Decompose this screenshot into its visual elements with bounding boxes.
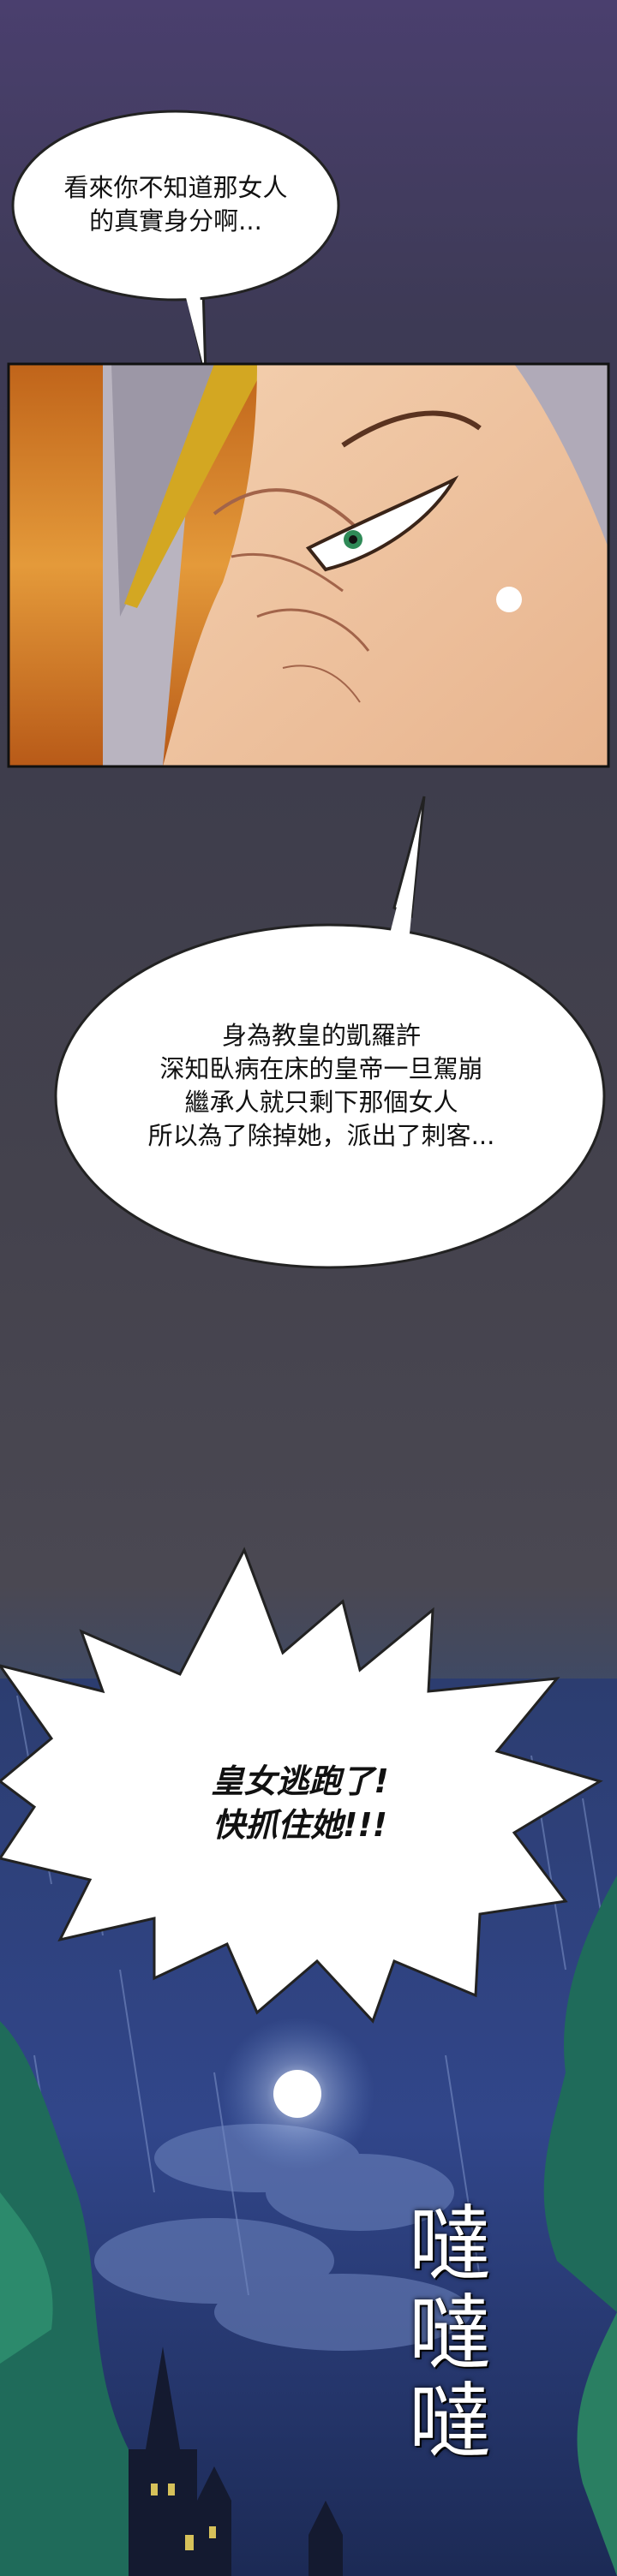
bubble-2-line-2: 深知臥病在床的皇帝一旦駕崩 (159, 1054, 483, 1084)
sound-effect-text: 噠 噠 噠 (386, 2197, 514, 2471)
sfx-char-2: 噠 (409, 2285, 491, 2382)
shout-bubble-text: 皇女逃跑了! 快抓住她!!! (137, 1760, 463, 1848)
shout-line-2: 快抓住她!!! (213, 1806, 387, 1845)
comic-artwork (0, 110, 617, 2576)
bubble-1-line-1: 看來你不知道那女人 (63, 173, 288, 202)
bubble-2-line-3: 繼承人就只剩下那個女人 (184, 1088, 458, 1118)
panel-face-closeup (7, 362, 610, 768)
shout-line-1: 皇女逃跑了! (211, 1762, 389, 1800)
speech-bubble-2-text: 身為教皇的凱羅許 深知臥病在床的皇帝一旦駕崩 繼承人就只剩下那個女人 所以為了除… (94, 1019, 548, 1154)
bubble-1-line-2: 的真實身分啊... (89, 206, 262, 236)
speech-bubble-1-text: 看來你不知道那女人 的真實身分啊... (26, 171, 326, 238)
bubble-2-line-4: 所以為了除掉她，派出了刺客... (147, 1121, 495, 1151)
bubble-2-line-1: 身為教皇的凱羅許 (221, 1021, 421, 1050)
sfx-char-3: 噠 (409, 2374, 491, 2471)
speech-bubble-1 (11, 110, 340, 378)
sfx-char-1: 噠 (409, 2197, 491, 2293)
